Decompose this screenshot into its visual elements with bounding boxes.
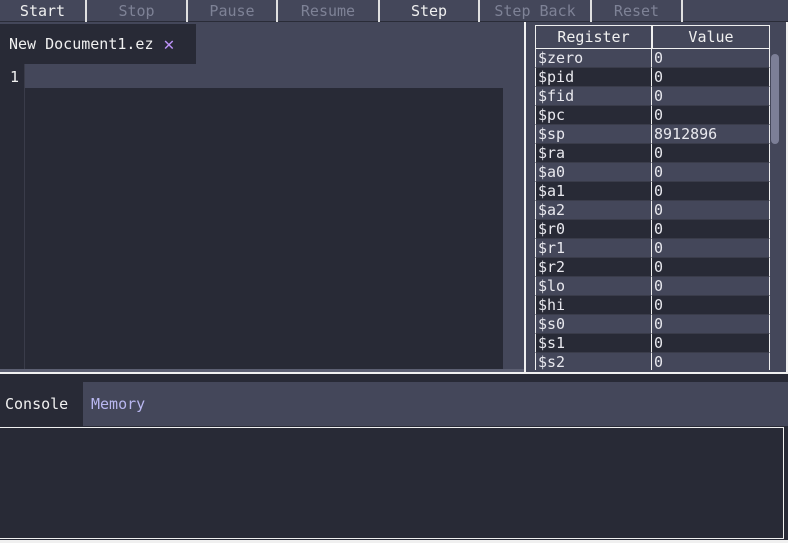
register-value[interactable]: 0 <box>652 334 770 353</box>
close-icon[interactable]: ✕ <box>164 34 175 55</box>
register-value[interactable]: 0 <box>652 296 770 315</box>
editor-pane: New Document1.ez ✕ 1 <box>0 22 524 372</box>
line-number: 1 <box>10 68 20 86</box>
column-header-register[interactable]: Register <box>535 25 652 49</box>
register-name: $ra <box>535 144 652 163</box>
register-name: $s2 <box>535 353 652 370</box>
bottom-panel: Console Memory <box>0 374 788 543</box>
register-value[interactable]: 0 <box>652 239 770 258</box>
register-value[interactable]: 0 <box>652 144 770 163</box>
current-line-highlight[interactable] <box>25 64 503 88</box>
line-number-gutter: 1 <box>0 64 25 372</box>
register-name: $zero <box>535 49 652 68</box>
scrollbar-thumb[interactable] <box>771 54 779 144</box>
pause-button[interactable]: Pause <box>188 0 278 22</box>
register-name: $lo <box>535 277 652 296</box>
toolbar: Start Stop Pause Resume Step Step Back Reset <box>0 0 788 22</box>
register-name: $r0 <box>535 220 652 239</box>
table-row[interactable]: $pid 0 <box>535 68 770 87</box>
register-value[interactable]: 0 <box>652 258 770 277</box>
register-value[interactable]: 0 <box>652 87 770 106</box>
register-value[interactable]: 0 <box>652 353 770 370</box>
register-name: $s1 <box>535 334 652 353</box>
editor-tab[interactable]: New Document1.ez ✕ <box>0 24 196 64</box>
table-row[interactable]: $pc 0 <box>535 106 770 125</box>
table-row[interactable]: $a0 0 <box>535 163 770 182</box>
reset-button[interactable]: Reset <box>592 0 683 22</box>
register-name: $s0 <box>535 315 652 334</box>
table-row[interactable]: $a2 0 <box>535 201 770 220</box>
register-table-header: Register Value <box>535 25 770 49</box>
register-name: $a2 <box>535 201 652 220</box>
register-name: $r1 <box>535 239 652 258</box>
table-row[interactable]: $a1 0 <box>535 182 770 201</box>
register-name: $r2 <box>535 258 652 277</box>
tab-memory[interactable]: Memory <box>91 382 145 426</box>
register-name: $pc <box>535 106 652 125</box>
register-value[interactable]: 0 <box>652 201 770 220</box>
register-value[interactable]: 0 <box>652 163 770 182</box>
register-name: $a1 <box>535 182 652 201</box>
editor-tab-title: New Document1.ez <box>9 35 154 53</box>
start-button[interactable]: Start <box>0 0 87 22</box>
tab-console[interactable]: Console <box>0 382 83 426</box>
register-panel: Register Value $zero 0 $pid 0 $fid 0 $pc 0 $sp 89… <box>524 22 788 372</box>
table-row[interactable]: $lo 0 <box>535 277 770 296</box>
register-name: $hi <box>535 296 652 315</box>
register-table: Register Value $zero 0 $pid 0 $fid 0 $pc 0 $sp 89… <box>535 25 770 370</box>
table-row[interactable]: $s1 0 <box>535 334 770 353</box>
register-name: $sp <box>535 125 652 144</box>
register-name: $fid <box>535 87 652 106</box>
table-row[interactable]: $s0 0 <box>535 315 770 334</box>
register-value[interactable]: 0 <box>652 182 770 201</box>
table-row[interactable]: $hi 0 <box>535 296 770 315</box>
vertical-scrollbar[interactable] <box>771 52 779 370</box>
table-row[interactable]: $s2 0 <box>535 353 770 370</box>
stop-button[interactable]: Stop <box>87 0 188 22</box>
register-value[interactable]: 0 <box>652 49 770 68</box>
register-value[interactable]: 0 <box>652 277 770 296</box>
console-output[interactable] <box>0 427 784 539</box>
register-table-body: $zero 0 $pid 0 $fid 0 $pc 0 $sp 8912896 $ra 0 $a0 0 $a… <box>535 49 770 370</box>
register-name: $pid <box>535 68 652 87</box>
register-value[interactable]: 0 <box>652 68 770 87</box>
resume-button[interactable]: Resume <box>278 0 380 22</box>
register-value[interactable]: 8912896 <box>652 125 770 144</box>
table-row[interactable]: $r1 0 <box>535 239 770 258</box>
register-value[interactable]: 0 <box>652 220 770 239</box>
table-row[interactable]: $r2 0 <box>535 258 770 277</box>
step-back-button[interactable]: Step Back <box>480 0 592 22</box>
column-header-value[interactable]: Value <box>652 25 770 49</box>
step-button[interactable]: Step <box>380 0 480 22</box>
table-row[interactable]: $ra 0 <box>535 144 770 163</box>
register-value[interactable]: 0 <box>652 315 770 334</box>
code-editor[interactable] <box>25 88 503 370</box>
bottom-tab-bar: Console Memory <box>0 382 788 426</box>
table-row[interactable]: $fid 0 <box>535 87 770 106</box>
table-row[interactable]: $r0 0 <box>535 220 770 239</box>
table-row[interactable]: $zero 0 <box>535 49 770 68</box>
register-value[interactable]: 0 <box>652 106 770 125</box>
register-name: $a0 <box>535 163 652 182</box>
table-row[interactable]: $sp 8912896 <box>535 125 770 144</box>
